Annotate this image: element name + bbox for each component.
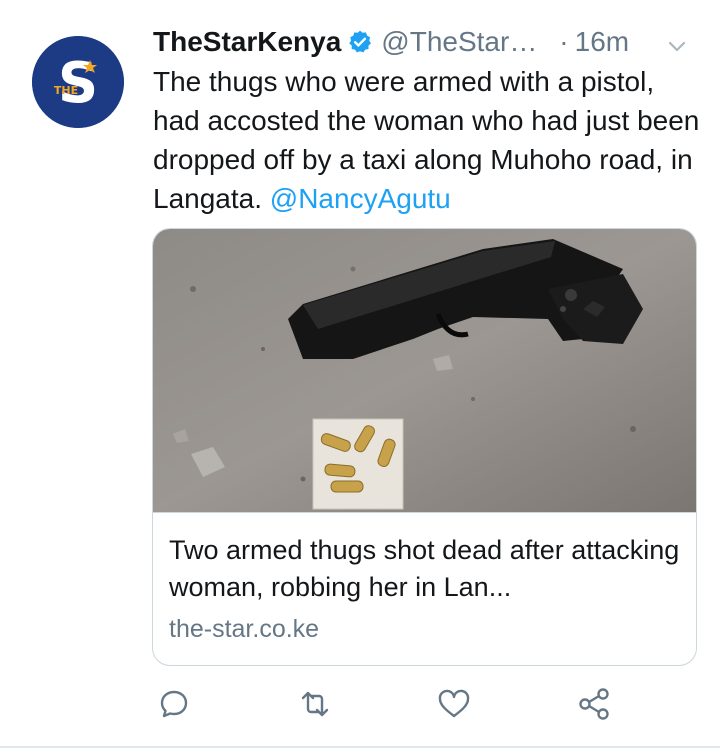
separator: · — [559, 26, 569, 57]
tweet-header: TheStarKenya @TheStarK... · 16m — [153, 22, 696, 62]
card-title[interactable]: Two armed thugs shot dead after attackin… — [169, 532, 684, 606]
divider — [0, 746, 720, 748]
card-image[interactable] — [153, 229, 696, 512]
link-card[interactable]: Two armed thugs shot dead after attackin… — [152, 228, 697, 666]
heart-icon[interactable] — [436, 686, 472, 722]
retweet-icon[interactable] — [297, 686, 333, 722]
display-name[interactable]: TheStarKenya — [153, 26, 341, 58]
tweet[interactable]: S THE TheStarKenya @TheStarK... · 16m Th… — [0, 0, 720, 748]
timestamp[interactable]: 16m — [575, 26, 629, 58]
card-divider — [153, 512, 696, 513]
card-domain[interactable]: the-star.co.ke — [169, 615, 319, 644]
reply-icon[interactable] — [156, 686, 192, 722]
mention-link[interactable]: @NancyAgutu — [270, 183, 451, 214]
share-icon[interactable] — [577, 686, 613, 722]
chevron-down-icon[interactable] — [666, 32, 688, 64]
handle[interactable]: @TheStarK... — [381, 26, 551, 58]
verified-badge-icon — [347, 29, 373, 55]
avatar[interactable]: S THE — [32, 36, 124, 128]
avatar-logo-small: THE — [54, 84, 78, 97]
tweet-text: The thugs who were armed with a pistol, … — [153, 62, 708, 218]
tweet-actions — [0, 686, 720, 726]
